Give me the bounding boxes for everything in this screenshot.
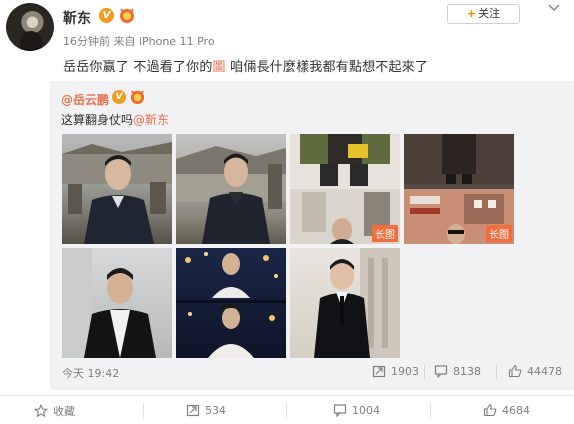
photo-1-image	[62, 142, 172, 244]
post-text: 岳岳你赢了 不過看了你的圖 咱倆長什麼樣我都有點想不起來了	[63, 56, 428, 75]
photo-7[interactable]	[290, 248, 400, 358]
post-meta: 16分钟前 来自 iPhone 11 Pro	[63, 35, 215, 48]
repost-share-count: 1903	[391, 364, 419, 378]
repost-stats: 今天 19:42 1903 8138 44478	[50, 361, 574, 385]
repost-box: @岳云鹏 V 这算翻身仗吗@靳东 长图 长图 今天 19:42 1903 813…	[50, 81, 574, 390]
divider	[424, 365, 425, 379]
weibo-post: 靳东 V 16分钟前 来自 iPhone 11 Pro + 关注 岳岳你赢了 不過…	[0, 0, 574, 424]
long-image-badge: 长图	[486, 225, 512, 242]
comment-count: 1004	[352, 403, 380, 417]
username[interactable]: 靳东	[63, 8, 91, 28]
divider	[286, 402, 287, 419]
post-text-rest: 咱倆長什麼樣我都有點想不起來了	[225, 60, 429, 75]
repost-text-main: 这算翻身仗吗	[61, 113, 134, 127]
favorite-label: 收藏	[53, 405, 75, 418]
divider	[430, 402, 431, 419]
repost-username[interactable]: @岳云鹏	[61, 91, 109, 108]
star-icon	[34, 404, 48, 418]
medal-icon	[130, 90, 145, 105]
repost-like-count: 44478	[527, 364, 562, 378]
divider	[143, 402, 144, 419]
repost-like-button[interactable]: 44478	[508, 364, 562, 378]
thumbs-up-icon	[483, 403, 497, 417]
comment-icon	[434, 365, 448, 378]
repost-comment-count: 8138	[453, 364, 481, 378]
repost-mention[interactable]: @靳东	[133, 113, 169, 127]
post-image-link[interactable]: 圖	[213, 60, 226, 75]
follow-button[interactable]: + 关注	[447, 4, 520, 24]
share-count: 534	[205, 403, 226, 417]
repost-comment-button[interactable]: 8138	[434, 364, 481, 378]
photo-2[interactable]	[176, 134, 286, 244]
repost-time[interactable]: 今天 19:42	[62, 365, 119, 381]
photo-6[interactable]	[176, 248, 286, 358]
follow-label: 关注	[478, 7, 501, 20]
thumbs-up-icon	[508, 364, 522, 378]
photo-2-image	[176, 146, 286, 244]
photo-1[interactable]	[62, 134, 172, 244]
share-icon	[186, 404, 200, 417]
comment-button[interactable]: 1004	[333, 403, 380, 417]
like-count: 4684	[502, 403, 530, 417]
photo-5[interactable]	[62, 248, 172, 358]
photo-5-image	[62, 248, 156, 358]
medal-icon	[120, 8, 134, 23]
photo-6-image	[176, 252, 286, 358]
comment-icon	[333, 404, 347, 417]
action-bar: 收藏 534 1004 4684	[0, 395, 574, 424]
plus-icon: +	[466, 7, 477, 20]
photo-3-long[interactable]: 长图	[290, 134, 400, 244]
repost-text: 这算翻身仗吗@靳东	[61, 111, 169, 128]
verified-badge-icon: V	[99, 8, 114, 23]
photo-7-image	[314, 248, 400, 358]
share-icon	[372, 365, 386, 378]
verified-badge-icon: V	[112, 90, 126, 104]
chevron-down-icon[interactable]	[547, 3, 561, 13]
divider	[496, 365, 497, 379]
share-button[interactable]: 534	[186, 403, 226, 417]
long-image-badge: 长图	[372, 225, 398, 242]
repost-share-button[interactable]: 1903	[372, 364, 419, 378]
like-button[interactable]: 4684	[483, 403, 530, 417]
favorite-button[interactable]: 收藏	[34, 403, 75, 419]
avatar[interactable]	[6, 3, 54, 51]
photo-4-long[interactable]: 长图	[404, 134, 514, 244]
post-text-main: 岳岳你赢了 不過看了你的	[63, 60, 213, 75]
